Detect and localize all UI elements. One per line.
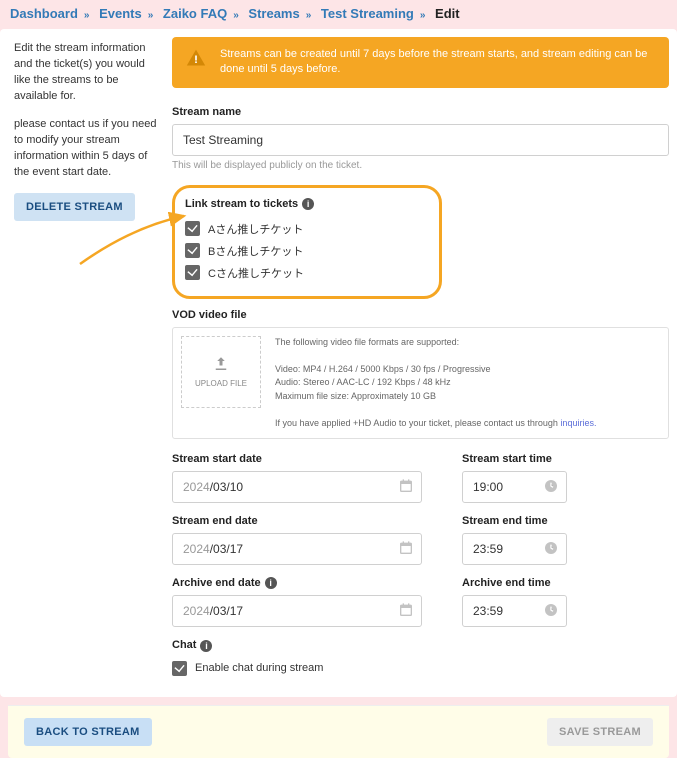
ticket-label-b: Bさん推しチケット [208, 243, 303, 259]
start-date-input[interactable]: 2024/03/10 [172, 471, 422, 503]
bc-test[interactable]: Test Streaming [321, 6, 414, 21]
ticket-checkbox-c[interactable] [185, 265, 200, 280]
alert-text: Streams can be created until 7 days befo… [220, 48, 647, 75]
calendar-icon [398, 602, 414, 618]
stream-name-input[interactable] [172, 124, 669, 156]
info-icon[interactable]: i [302, 198, 314, 210]
vod-label: VOD video file [172, 309, 669, 321]
save-stream-button[interactable]: SAVE STREAM [547, 718, 653, 746]
footer: BACK TO STREAM SAVE STREAM [8, 705, 669, 758]
calendar-icon [398, 540, 414, 556]
inquiries-link[interactable]: inquiries. [560, 418, 596, 428]
chat-checkbox[interactable] [172, 661, 187, 676]
ticket-checkbox-a[interactable] [185, 221, 200, 236]
ticket-label-a: Aさん推しチケット [208, 221, 303, 237]
delete-stream-button[interactable]: DELETE STREAM [14, 193, 135, 221]
sidebar-text-1: Edit the stream information and the tick… [14, 41, 158, 105]
link-tickets-label: Link stream to ticketsi [185, 198, 425, 210]
breadcrumb: Dashboard» Events» Zaiko FAQ» Streams» T… [0, 0, 677, 29]
upload-file-button[interactable]: UPLOAD FILE [181, 336, 261, 408]
chat-label: Chati [172, 639, 669, 651]
start-date-label: Stream start date [172, 453, 422, 465]
alert-banner: Streams can be created until 7 days befo… [172, 37, 669, 88]
bc-dashboard[interactable]: Dashboard [10, 6, 78, 21]
info-icon[interactable]: i [265, 577, 277, 589]
bc-edit: Edit [435, 6, 460, 21]
back-to-stream-button[interactable]: BACK TO STREAM [24, 718, 152, 746]
bc-streams[interactable]: Streams [248, 6, 299, 21]
stream-name-help: This will be displayed publicly on the t… [172, 160, 669, 171]
vod-box: UPLOAD FILE The following video file for… [172, 327, 669, 440]
upload-icon [212, 355, 230, 373]
info-icon[interactable]: i [200, 640, 212, 652]
end-time-label: Stream end time [462, 515, 567, 527]
end-date-label: Stream end date [172, 515, 422, 527]
end-date-input[interactable]: 2024/03/17 [172, 533, 422, 565]
archive-time-label: Archive end time [462, 577, 567, 589]
main-form: Streams can be created until 7 days befo… [172, 37, 669, 689]
clock-icon [543, 602, 559, 618]
sidebar: Edit the stream information and the tick… [8, 37, 158, 689]
vod-text: The following video file formats are sup… [275, 336, 596, 431]
bc-faq[interactable]: Zaiko FAQ [163, 6, 227, 21]
upload-label: UPLOAD FILE [195, 379, 247, 388]
ticket-checkbox-b[interactable] [185, 243, 200, 258]
warning-icon [186, 48, 206, 68]
clock-icon [543, 540, 559, 556]
ticket-label-c: Cさん推しチケット [208, 265, 304, 281]
link-tickets-box: Link stream to ticketsi Aさん推しチケット Bさん推しチ… [172, 185, 442, 299]
calendar-icon [398, 478, 414, 494]
archive-date-input[interactable]: 2024/03/17 [172, 595, 422, 627]
bc-events[interactable]: Events [99, 6, 142, 21]
chat-option: Enable chat during stream [195, 662, 323, 674]
clock-icon [543, 478, 559, 494]
start-time-label: Stream start time [462, 453, 567, 465]
stream-name-label: Stream name [172, 106, 669, 118]
sidebar-text-2: please contact us if you need to modify … [14, 117, 158, 181]
archive-date-label: Archive end datei [172, 577, 422, 589]
